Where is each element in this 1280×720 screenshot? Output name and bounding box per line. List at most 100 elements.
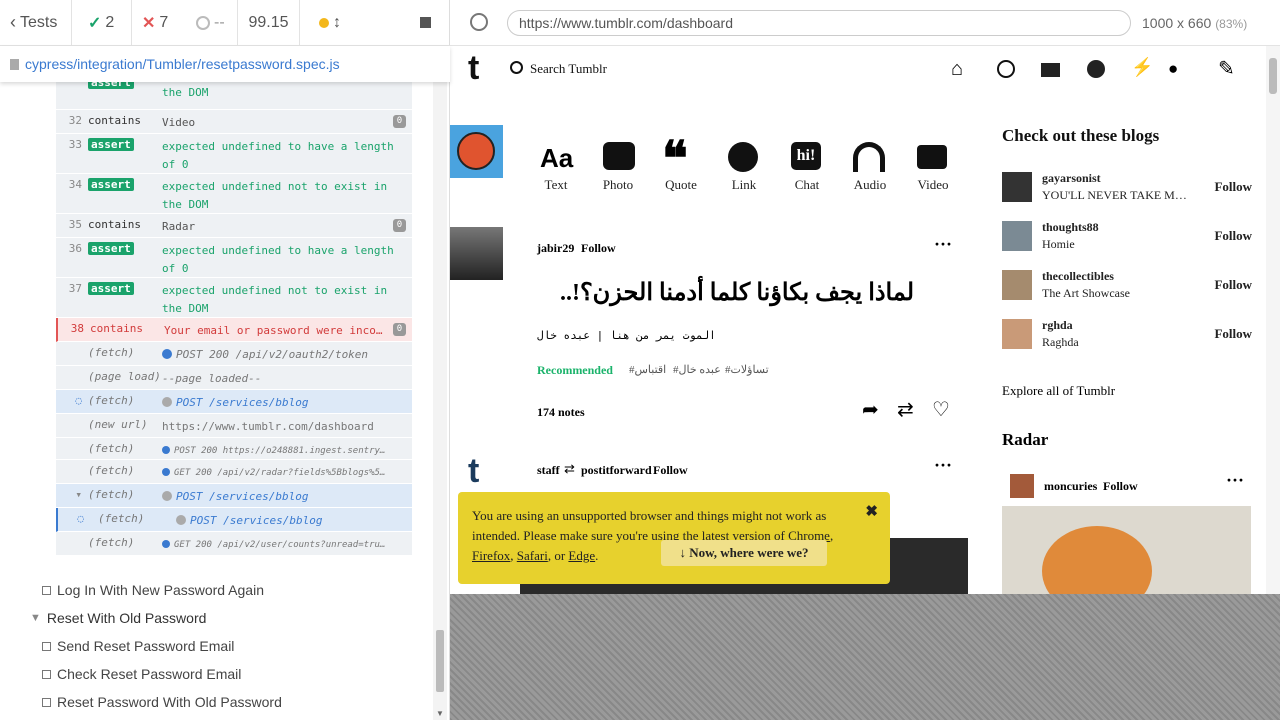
fetch-row[interactable]: ▾ (fetch) POST /services/bblog <box>56 484 412 508</box>
post-type-video[interactable]: Video <box>903 177 963 193</box>
video-camera-icon[interactable] <box>917 145 947 169</box>
spec-path-bar[interactable]: cypress/integration/Tumbler/resetpasswor… <box>0 46 450 82</box>
blog-name[interactable]: rghda <box>1042 317 1187 334</box>
suite-item[interactable]: ▼ Reset With Old Password <box>30 604 430 632</box>
fetch-row[interactable]: ◌ (fetch) POST /services/bblog <box>56 390 412 414</box>
command-row[interactable]: 35 contains Radar 0 <box>56 214 412 238</box>
scrollbar-thumb[interactable] <box>1269 58 1277 94</box>
follow-button[interactable]: Follow <box>581 241 616 256</box>
home-icon[interactable]: ⌂ <box>951 58 963 81</box>
page-scrollbar[interactable] <box>1266 46 1280 594</box>
follow-button[interactable]: Follow <box>1214 326 1252 342</box>
follow-button[interactable]: Follow <box>1214 228 1252 244</box>
search-input[interactable]: Search Tumblr <box>530 61 607 77</box>
heart-icon[interactable]: ♡ <box>932 397 950 422</box>
post-tag[interactable]: #اقتباس <box>629 363 666 376</box>
blog-avatar[interactable] <box>1002 319 1032 349</box>
camera-icon[interactable] <box>603 142 635 170</box>
dismiss-banner-button[interactable]: ↓ Now, where were we? <box>661 540 827 566</box>
post-tag[interactable]: #عبده خال <box>673 363 721 376</box>
fetch-row[interactable]: (fetch) POST 200 /api/v2/oauth2/token <box>56 342 412 366</box>
post-type-text[interactable]: Text <box>526 177 586 193</box>
chat-icon[interactable] <box>1087 60 1105 78</box>
blog-suggestion[interactable]: rghda Raghda Follow <box>1002 317 1252 351</box>
blog-name[interactable]: gayarsonist <box>1042 170 1187 187</box>
reblog-icon[interactable]: ⇄ <box>897 397 914 422</box>
blog-avatar[interactable] <box>1002 270 1032 300</box>
compose-pencil-icon[interactable]: ✎ <box>1218 56 1235 81</box>
search-icon[interactable] <box>510 61 523 74</box>
text-post-icon[interactable]: Aa <box>540 143 573 174</box>
crosshair-icon[interactable] <box>470 13 488 31</box>
close-icon[interactable]: ✖ <box>865 502 878 522</box>
safari-link[interactable]: Safari <box>517 548 548 563</box>
fetch-row[interactable]: (fetch) POST 200 https://o248881.ingest.… <box>56 438 412 460</box>
new-url-row[interactable]: (new url) https://www.tumblr.com/dashboa… <box>56 414 412 438</box>
staff-avatar[interactable]: t <box>468 452 479 491</box>
command-row[interactable]: 33 assert expected undefined to have a l… <box>56 134 412 174</box>
post-type-chat[interactable]: Chat <box>777 177 837 193</box>
post-username[interactable]: staff <box>537 463 560 478</box>
link-icon[interactable] <box>728 142 758 172</box>
test-item[interactable]: Log In With New Password Again <box>30 576 430 604</box>
blog-suggestion[interactable]: thoughts88 Homie Follow <box>1002 219 1252 253</box>
follow-button[interactable]: Follow <box>1214 179 1252 195</box>
test-item[interactable]: Check Reset Password Email <box>30 660 430 688</box>
share-icon[interactable]: ➦ <box>862 397 879 422</box>
blog-suggestion[interactable]: gayarsonist YOU'LL NEVER TAKE M… Follow <box>1002 170 1252 204</box>
chat-bubble-icon[interactable]: hi! <box>791 142 821 170</box>
post-type-photo[interactable]: Photo <box>588 177 648 193</box>
command-row[interactable]: 32 contains Video 0 <box>56 110 412 134</box>
page-load-row[interactable]: (page load) --page loaded-- <box>56 366 412 390</box>
blog-name[interactable]: thoughts88 <box>1042 219 1187 236</box>
fetch-row-nested[interactable]: ◌ (fetch) POST /services/bblog <box>56 508 412 532</box>
notes-count[interactable]: 174 notes <box>537 405 585 420</box>
account-icon[interactable]: ● <box>1168 59 1178 79</box>
radar-username[interactable]: moncuries <box>1044 479 1097 494</box>
blog-name[interactable]: thecollectibles <box>1042 268 1187 285</box>
pending-circle-icon <box>196 15 210 30</box>
post-type-audio[interactable]: Audio <box>840 177 900 193</box>
url-field[interactable]: https://www.tumblr.com/dashboard <box>507 10 1131 36</box>
blog-avatar[interactable] <box>1002 221 1032 251</box>
more-options-icon[interactable]: ··· <box>934 455 952 476</box>
post-username[interactable]: jabir29 <box>537 241 574 256</box>
follow-button[interactable]: Follow <box>1103 479 1138 494</box>
post-type-link[interactable]: Link <box>714 177 774 193</box>
firefox-link[interactable]: Firefox <box>472 548 510 563</box>
auto-scroll-toggle[interactable]: ↕ <box>300 0 360 46</box>
user-avatar[interactable] <box>450 125 503 178</box>
reblogged-from[interactable]: postitforward <box>581 463 652 478</box>
command-row[interactable]: 37 assert expected undefined not to exis… <box>56 278 412 318</box>
test-item[interactable]: Reset Password With Old Password <box>30 688 430 716</box>
scrollbar-thumb[interactable] <box>436 630 444 692</box>
command-log-scrollbar[interactable]: ▼ <box>433 82 447 720</box>
command-message: POST 200 https://o248881.ingest.sentry… <box>174 446 386 456</box>
post-author-avatar[interactable] <box>450 227 503 280</box>
mail-icon[interactable] <box>1041 63 1060 77</box>
blog-suggestion[interactable]: thecollectibles The Art Showcase Follow <box>1002 268 1252 302</box>
more-options-icon[interactable]: ··· <box>1226 470 1244 491</box>
post-tag[interactable]: #تساؤلات <box>725 363 769 376</box>
radar-avatar[interactable] <box>1010 474 1034 498</box>
compass-icon[interactable] <box>997 60 1015 78</box>
command-row[interactable]: 34 assert expected undefined not to exis… <box>56 174 412 214</box>
more-options-icon[interactable]: ··· <box>934 234 952 255</box>
stop-button[interactable] <box>410 0 450 46</box>
follow-button[interactable]: Follow <box>1214 277 1252 293</box>
scroll-down-icon[interactable]: ▼ <box>436 709 444 718</box>
test-item[interactable]: Send Reset Password Email <box>30 632 430 660</box>
fetch-row[interactable]: (fetch) GET 200 /api/v2/user/counts?unre… <box>56 532 412 556</box>
headphones-icon[interactable] <box>853 142 885 172</box>
edge-link[interactable]: Edge <box>568 548 595 563</box>
command-row[interactable]: 36 assert expected undefined to have a l… <box>56 238 412 278</box>
tumblr-logo[interactable]: t <box>468 49 479 88</box>
blog-avatar[interactable] <box>1002 172 1032 202</box>
post-type-quote[interactable]: Quote <box>651 177 711 193</box>
fetch-row[interactable]: (fetch) GET 200 /api/v2/radar?fields%5Bb… <box>56 460 412 484</box>
follow-button[interactable]: Follow <box>653 463 688 478</box>
explore-link[interactable]: Explore all of Tumblr <box>1002 383 1115 399</box>
tests-button[interactable]: ‹ Tests <box>0 0 72 46</box>
command-row-error[interactable]: 38 contains Your email or password were … <box>56 318 412 342</box>
lightning-icon[interactable]: ⚡ <box>1131 57 1153 78</box>
